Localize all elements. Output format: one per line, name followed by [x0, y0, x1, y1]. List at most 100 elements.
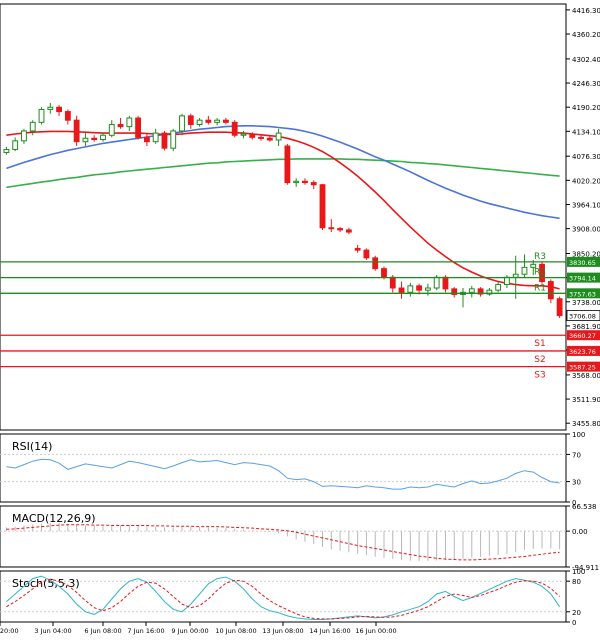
candle-body: [205, 119, 212, 123]
candle-body: [179, 115, 185, 132]
candle-body: [468, 288, 475, 293]
candle-body: [442, 276, 449, 290]
candle-body: [433, 276, 440, 289]
rsi-axis-label: 100: [572, 431, 585, 439]
candle-body: [161, 132, 168, 149]
price-axis-label: 3455.80: [572, 420, 600, 428]
level-tag-value: 3794.14: [569, 275, 596, 283]
candle-body: [416, 285, 423, 291]
price-axis-label: 4020.20: [572, 177, 600, 185]
candle-body: [547, 281, 554, 300]
ma-fast-line: [6, 130, 560, 290]
candle-body: [187, 115, 194, 125]
price-axis-label: 3511.90: [572, 396, 600, 404]
candle-body: [381, 268, 387, 278]
current-price-tag: 3706.08: [569, 313, 596, 321]
trading-chart: 4416.30 4360.20 4302.40 4246.30 4190.20 4134.…: [0, 3, 600, 635]
candle-body: [310, 182, 317, 186]
price-axis-label: 3681.90: [572, 323, 600, 331]
candle-body: [91, 137, 98, 141]
candle-body: [284, 145, 291, 184]
candle-body: [143, 136, 150, 143]
candle-body: [135, 117, 142, 138]
time-axis-label: 3 Jun 04:00: [34, 627, 71, 635]
ma-mid-line: [6, 125, 560, 220]
candle-body: [21, 130, 27, 142]
time-axis-label: 13 Jun 08:00: [262, 627, 303, 635]
candle-body: [231, 121, 238, 136]
candle-body: [117, 123, 124, 128]
level-label-s3: S3: [534, 371, 545, 381]
macd-title: MACD(12,26,9): [12, 512, 96, 525]
candle-body: [82, 137, 89, 143]
candle-body: [214, 119, 221, 123]
price-axis-label: 4134.10: [572, 128, 600, 136]
candle-body: [504, 276, 510, 286]
candle-body: [556, 298, 563, 317]
candle-body: [407, 285, 414, 293]
price-axis-label: 4076.30: [572, 153, 600, 161]
price-axis-label: 4360.20: [572, 31, 600, 39]
candle-body: [38, 108, 45, 123]
candle-body: [354, 247, 361, 251]
level-tag-value: 3660.27: [569, 332, 596, 340]
macd-axis-label: 66.538: [572, 503, 597, 511]
price-axis-label: 4246.30: [572, 80, 600, 88]
time-axis-label: 9 Jun 00:00: [171, 627, 208, 635]
candle-body: [126, 117, 133, 128]
macd-signal-line: [6, 524, 560, 561]
stoch-axis-label: 80: [572, 578, 581, 586]
candle-body: [47, 106, 54, 110]
level-label-r3: R3: [534, 252, 546, 262]
candle-body: [424, 287, 431, 291]
candle-body: [196, 119, 203, 125]
stoch-axis-label: 20: [572, 609, 581, 617]
stoch-axis-label: 0: [572, 619, 576, 627]
stoch-main-line: [6, 575, 561, 620]
candle-body: [12, 140, 19, 150]
candle-body: [266, 137, 273, 141]
rsi-panel-frame: [0, 433, 567, 503]
level-label-s2: S2: [534, 355, 545, 365]
price-axis-label: 4190.20: [572, 104, 600, 112]
candle-body: [337, 228, 343, 231]
price-axis-label: 3568.00: [572, 372, 600, 380]
level-label-r2: R2: [534, 268, 546, 278]
candle-body: [3, 148, 10, 153]
candle-body: [100, 134, 106, 141]
candle-body: [152, 132, 159, 143]
candle-body: [108, 123, 115, 136]
candle-body: [29, 121, 36, 132]
candle-body: [258, 136, 264, 139]
candle-body: [56, 106, 62, 113]
rsi-title: RSI(14): [12, 440, 52, 453]
level-tag-value: 3587.25: [569, 364, 596, 372]
price-axis-label: 4416.30: [572, 7, 600, 15]
level-tag-value: 3830.65: [569, 259, 596, 267]
candle-body: [170, 130, 177, 149]
candle-body: [240, 133, 247, 136]
time-axis-label: 16 Jun 00:00: [355, 627, 396, 635]
chart-root: 4416.30 4360.20 4302.40 4246.30 4190.20 4134.…: [0, 0, 600, 637]
price-axis-label: 3738.00: [572, 299, 600, 307]
rsi-axis-label: 30: [572, 479, 581, 487]
level-tag-value: 3623.76: [569, 348, 596, 356]
time-axis-label: 10 Jun 08:00: [215, 627, 256, 635]
candle-body: [512, 273, 519, 278]
candle-body: [64, 111, 71, 121]
candle-body: [372, 257, 379, 270]
level-label-r1: R1: [534, 283, 546, 293]
candle-body: [319, 184, 326, 229]
price-axis-label: 3908.00: [572, 226, 600, 234]
time-axis-label: 6 Jun 08:00: [84, 627, 121, 635]
stoch-axis-label: 100: [572, 568, 585, 576]
macd-axis-label: 0.00: [572, 528, 588, 536]
candle-body: [275, 132, 282, 141]
candle-body: [223, 119, 229, 123]
candle-body: [328, 227, 335, 230]
time-axis-label: 7 Jun 16:00: [127, 627, 164, 635]
level-label-s1: S1: [534, 339, 545, 349]
price-axis-label: 3964.10: [572, 201, 600, 209]
candle-body: [398, 287, 405, 293]
candle-body: [73, 119, 80, 143]
